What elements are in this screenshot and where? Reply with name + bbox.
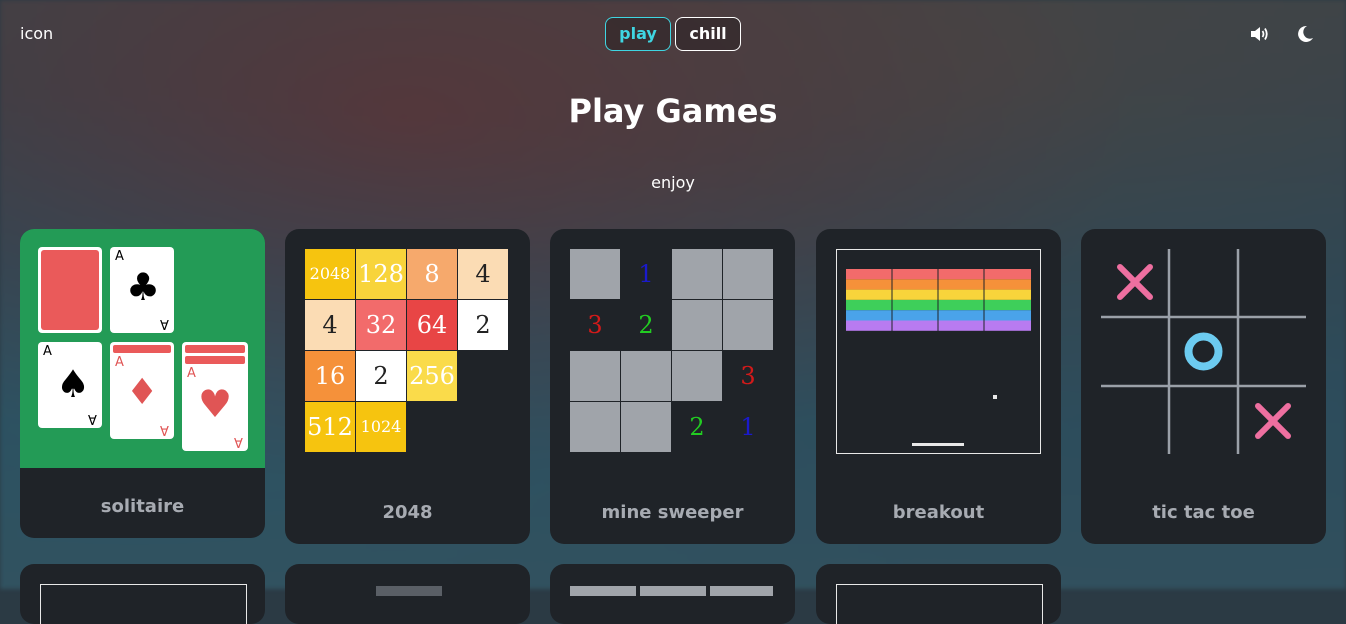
paddle xyxy=(912,443,964,446)
tile: 512 xyxy=(305,402,355,452)
game-card-partial[interactable] xyxy=(285,564,530,624)
covered-cell xyxy=(570,351,620,401)
tile: 16 xyxy=(305,351,355,401)
game-card-solitaire[interactable]: A ♣ A A ♠ A A ♦ A A ♥ A solitaire xyxy=(20,229,265,538)
game-label-breakout: breakout xyxy=(892,502,985,523)
tile: 64 xyxy=(407,300,457,350)
number-cell: 3 xyxy=(587,311,603,339)
game-label-solitaire: solitaire xyxy=(100,496,185,517)
chill-mode-button[interactable]: chill xyxy=(675,17,741,51)
game-card-minesweeper[interactable]: 1 3 2 3 2 1 mine sweeper xyxy=(550,229,795,544)
brick-rows xyxy=(846,269,1031,331)
game-label-minesweeper: mine sweeper xyxy=(601,502,744,523)
game-label-2048: 2048 xyxy=(382,502,433,523)
tile: 2 xyxy=(458,300,508,350)
covered-cell xyxy=(672,249,722,299)
page-subtitle: enjoy xyxy=(651,173,695,192)
card-back xyxy=(38,247,102,333)
game-card-tictactoe[interactable]: tic tac toe xyxy=(1081,229,1326,544)
page-title: Play Games xyxy=(568,92,778,130)
number-cell: 3 xyxy=(740,362,756,390)
game-card-partial[interactable] xyxy=(816,564,1061,624)
number-cell: 2 xyxy=(689,413,705,441)
minesweeper-thumbnail: 1 3 2 3 2 1 xyxy=(570,249,775,454)
game-card-partial[interactable] xyxy=(20,564,265,624)
breakout-thumbnail xyxy=(836,249,1041,454)
partial-thumbnail xyxy=(570,586,636,596)
volume-icon[interactable] xyxy=(1248,23,1270,45)
covered-cell xyxy=(621,351,671,401)
covered-cell xyxy=(723,249,773,299)
game-card-partial[interactable] xyxy=(550,564,795,624)
partial-thumbnail xyxy=(40,584,247,624)
game-label-tictactoe: tic tac toe xyxy=(1152,502,1255,523)
thumbnail-2048: 2048 128 8 4 4 32 64 2 16 2 256 512 1024 xyxy=(305,249,510,454)
covered-cell xyxy=(723,300,773,350)
tile: 2 xyxy=(356,351,406,401)
tile: 32 xyxy=(356,300,406,350)
covered-cell xyxy=(672,351,722,401)
covered-cell xyxy=(621,402,671,452)
solitaire-thumbnail: A ♣ A A ♠ A A ♦ A A ♥ A xyxy=(20,229,265,468)
number-cell: 2 xyxy=(638,311,654,339)
tile: 1024 xyxy=(356,402,406,452)
brand-logo[interactable]: icon xyxy=(20,24,53,43)
tile: 2048 xyxy=(305,249,355,299)
o-mark xyxy=(1184,332,1223,371)
partial-thumbnail xyxy=(640,586,706,596)
number-cell: 1 xyxy=(638,260,654,288)
card-ace-spades: A ♠ A xyxy=(38,342,102,428)
game-card-breakout[interactable]: breakout xyxy=(816,229,1061,544)
mode-toggle: play chill xyxy=(605,17,741,51)
partial-thumbnail xyxy=(710,586,773,596)
covered-cell xyxy=(672,300,722,350)
top-bar: icon play chill xyxy=(0,0,1346,68)
partial-thumbnail xyxy=(836,584,1043,624)
covered-cell xyxy=(570,402,620,452)
tile: 128 xyxy=(356,249,406,299)
moon-icon[interactable] xyxy=(1294,23,1316,45)
ball xyxy=(993,395,997,399)
card-ace-diamonds: A ♦ A xyxy=(110,342,174,439)
tile: 8 xyxy=(407,249,457,299)
partial-thumbnail xyxy=(376,586,442,596)
number-cell: 1 xyxy=(740,413,756,441)
game-card-2048[interactable]: 2048 128 8 4 4 32 64 2 16 2 256 512 1024… xyxy=(285,229,530,544)
card-ace-hearts: A ♥ A xyxy=(182,342,248,451)
covered-cell xyxy=(570,249,620,299)
card-ace-clubs: A ♣ A xyxy=(110,247,174,333)
play-mode-button[interactable]: play xyxy=(605,17,671,51)
tile: 256 xyxy=(407,351,457,401)
x-mark xyxy=(1255,403,1291,439)
tile: 4 xyxy=(458,249,508,299)
tile: 4 xyxy=(305,300,355,350)
x-mark xyxy=(1117,264,1153,300)
tictactoe-thumbnail xyxy=(1101,249,1306,454)
